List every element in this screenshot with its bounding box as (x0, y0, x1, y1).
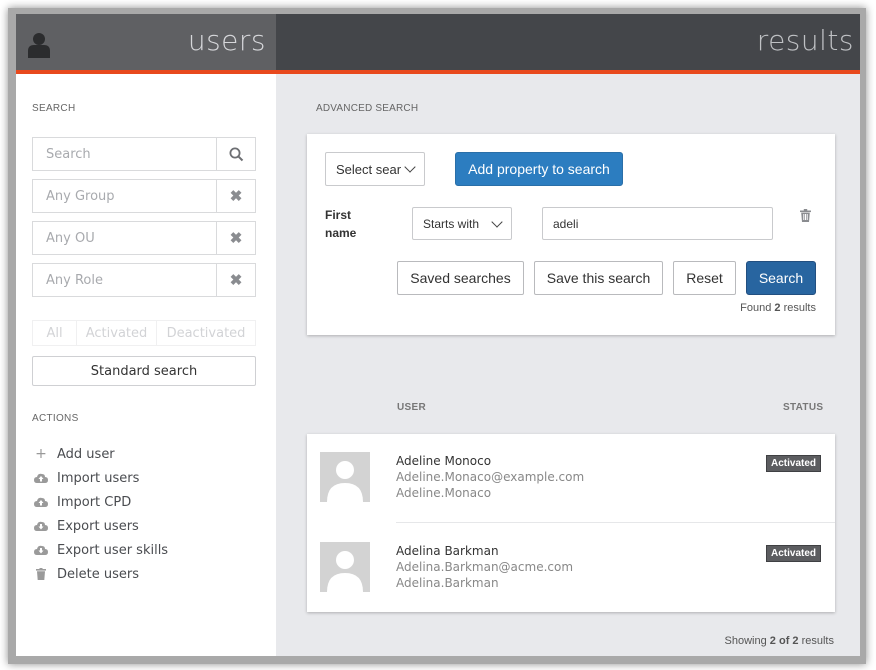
operator-dropdown[interactable]: Starts with (412, 207, 512, 240)
cloud-download-icon (34, 545, 48, 555)
footer-prefix: Showing (724, 635, 767, 647)
sidebar: SEARCH Search Any Group ✖ Any OU ✖ Any R… (16, 74, 276, 656)
trash-icon[interactable] (800, 209, 811, 222)
status-column-header: STATUS (783, 402, 824, 413)
app-window: users results SEARCH Search Any Group ✖ … (16, 14, 860, 656)
save-search-button[interactable]: Save this search (534, 261, 663, 295)
list-item[interactable]: Adeline Monoco Adeline.Monaco@example.co… (307, 434, 835, 523)
avatar (320, 452, 370, 502)
found-prefix: Found (740, 302, 772, 314)
export-users-label: Export users (57, 518, 139, 534)
tab-deactivated[interactable]: Deactivated (157, 321, 255, 345)
close-icon: ✖ (229, 272, 243, 289)
user-username: Adelina.Barkman (396, 576, 499, 590)
criterion-value-input[interactable]: adeli (542, 207, 773, 240)
saved-searches-button[interactable]: Saved searches (397, 261, 524, 295)
search-placeholder: Search (46, 147, 91, 162)
found-suffix: results (783, 302, 816, 314)
user-username: Adeline.Monaco (396, 486, 492, 500)
select-property-dropdown[interactable]: Select sear (325, 152, 425, 186)
status-tabs: All Activated Deactivated (32, 320, 256, 346)
trash-icon (36, 568, 46, 580)
criterion-field-label: First name (325, 206, 356, 242)
tab-all[interactable]: All (33, 321, 77, 345)
import-users-label: Import users (57, 470, 140, 486)
tab-activated[interactable]: Activated (77, 321, 157, 345)
cloud-upload-icon (34, 473, 48, 483)
user-icon (28, 33, 50, 58)
role-filter-label: Any Role (46, 273, 103, 288)
user-column-header: USER (397, 402, 426, 413)
header-results-title: results (756, 24, 854, 57)
delete-users-action[interactable]: Delete users (34, 565, 139, 583)
status-badge: Activated (765, 545, 821, 562)
select-property-value: Select sear (336, 161, 402, 177)
ou-filter[interactable]: Any OU ✖ (32, 221, 256, 255)
search-button[interactable] (216, 138, 255, 170)
close-icon: ✖ (229, 230, 243, 247)
header-left-panel: users (16, 14, 276, 70)
import-cpd-action[interactable]: Import CPD (34, 493, 131, 511)
export-user-skills-label: Export user skills (57, 542, 169, 558)
search-icon (229, 147, 243, 161)
standard-search-button[interactable]: Standard search (32, 356, 256, 386)
found-count: 2 (774, 302, 781, 314)
actions-section-label: ACTIONS (32, 413, 79, 424)
results-list: Adeline Monoco Adeline.Monaco@example.co… (307, 434, 835, 612)
criterion-value: adeli (553, 216, 579, 231)
person-icon (327, 551, 363, 592)
add-user-action[interactable]: + Add user (34, 445, 115, 463)
add-property-button[interactable]: Add property to search (455, 152, 623, 186)
results-footer: Showing 2 of 2 results (725, 635, 834, 647)
status-badge: Activated (765, 455, 821, 472)
clear-ou-button[interactable]: ✖ (216, 222, 255, 254)
close-icon: ✖ (229, 188, 243, 205)
delete-users-label: Delete users (57, 566, 139, 582)
advanced-search-label: ADVANCED SEARCH (316, 103, 419, 114)
criterion-field-line1: First (325, 208, 352, 222)
user-name: Adelina Barkman (396, 544, 499, 558)
reset-button[interactable]: Reset (673, 261, 736, 295)
search-section-label: SEARCH (32, 103, 76, 114)
search-button[interactable]: Search (746, 261, 816, 295)
import-cpd-label: Import CPD (57, 494, 132, 510)
clear-group-button[interactable]: ✖ (216, 180, 255, 212)
person-icon (327, 461, 363, 502)
header-right-panel: results (276, 14, 860, 70)
header-users-title: users (187, 24, 266, 57)
footer-count: 2 of 2 (769, 635, 799, 647)
ou-filter-label: Any OU (46, 231, 95, 246)
user-email: Adeline.Monaco@example.com (396, 470, 585, 484)
list-item[interactable]: Adelina Barkman Adelina.Barkman@acme.com… (307, 523, 835, 612)
export-users-action[interactable]: Export users (34, 517, 139, 535)
export-user-skills-action[interactable]: Export user skills (34, 541, 168, 559)
import-users-action[interactable]: Import users (34, 469, 139, 487)
criterion-field-line2: name (325, 226, 357, 240)
plus-icon: + (35, 446, 47, 462)
advanced-search-card: Select sear Add property to search First… (307, 134, 835, 335)
search-input[interactable]: Search (32, 137, 256, 171)
user-email: Adelina.Barkman@acme.com (396, 560, 574, 574)
add-user-label: Add user (57, 446, 115, 462)
clear-role-button[interactable]: ✖ (216, 264, 255, 296)
role-filter[interactable]: Any Role ✖ (32, 263, 256, 297)
user-name: Adeline Monoco (396, 454, 492, 468)
operator-value: Starts with (423, 216, 480, 231)
cloud-download-icon (34, 521, 48, 531)
chevron-down-icon (491, 215, 503, 228)
found-results-text: Found 2 results (740, 302, 816, 314)
group-filter-label: Any Group (46, 189, 115, 204)
footer-suffix: results (801, 635, 834, 647)
cloud-upload-icon (34, 497, 48, 507)
group-filter[interactable]: Any Group ✖ (32, 179, 256, 213)
avatar (320, 542, 370, 592)
chevron-down-icon (404, 161, 416, 173)
